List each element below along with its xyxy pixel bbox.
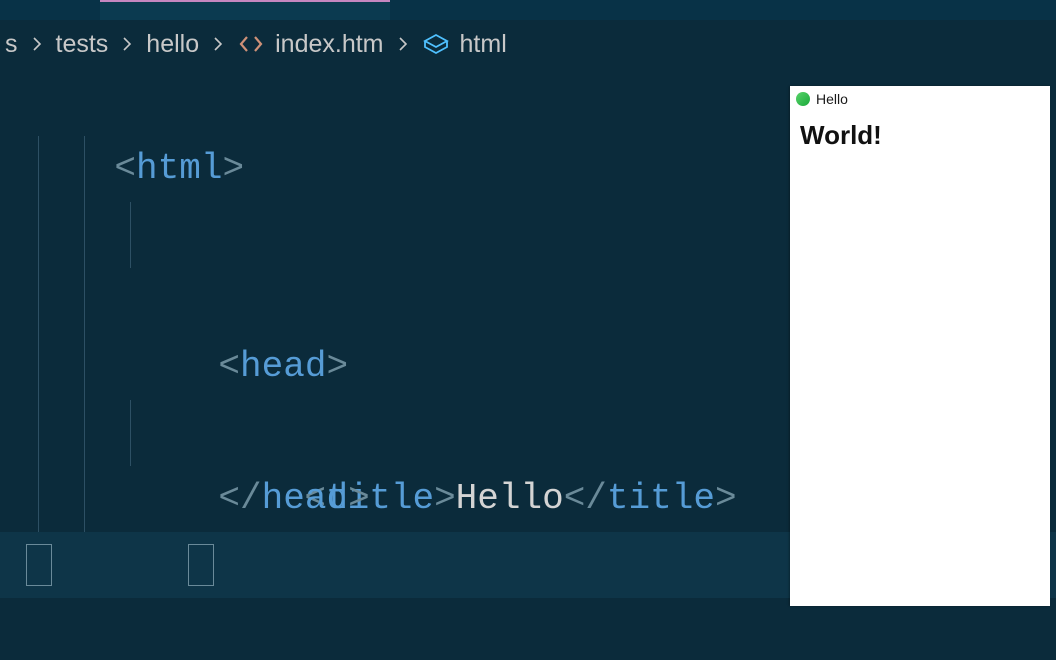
indent-guide — [84, 466, 85, 532]
indent-guide — [38, 136, 39, 202]
indent-guide — [84, 268, 85, 334]
indent-guide — [84, 334, 85, 400]
breadcrumb-seg[interactable]: hello — [146, 30, 199, 59]
chevron-right-icon — [29, 36, 45, 52]
breadcrumb-file[interactable]: index.htm — [275, 30, 383, 59]
active-tab-bg — [100, 0, 390, 20]
indent-guide — [38, 202, 39, 268]
preview-heading: World! — [800, 120, 1040, 151]
chevron-right-icon — [119, 36, 135, 52]
breadcrumb-symbol[interactable]: html — [460, 30, 507, 59]
indent-guide — [84, 400, 85, 466]
symbol-box-icon — [423, 33, 449, 55]
breadcrumb-seg[interactable]: tests — [56, 30, 109, 59]
breadcrumb-seg[interactable]: s — [5, 30, 18, 59]
favicon-icon — [796, 92, 810, 106]
breadcrumb[interactable]: s tests hello index.htm html — [0, 20, 1056, 68]
indent-guide — [38, 466, 39, 532]
bracket-match-box — [26, 544, 52, 586]
indent-guide — [84, 202, 85, 268]
preview-titlebar[interactable]: Hello — [790, 86, 1050, 112]
indent-guide — [38, 334, 39, 400]
tab-strip — [0, 0, 1056, 20]
indent-guide — [38, 400, 39, 466]
chevron-right-icon — [210, 36, 226, 52]
preview-body: World! — [790, 112, 1050, 159]
indent-guide — [84, 136, 85, 202]
code-file-icon — [238, 34, 264, 54]
indent-guide — [130, 202, 131, 268]
indent-guide — [130, 400, 131, 466]
preview-window[interactable]: Hello World! — [790, 86, 1050, 606]
bracket-match-box — [188, 544, 214, 586]
preview-title: Hello — [816, 91, 848, 107]
active-tab-highlight — [100, 0, 390, 2]
chevron-right-icon — [395, 36, 411, 52]
indent-guide — [38, 268, 39, 334]
